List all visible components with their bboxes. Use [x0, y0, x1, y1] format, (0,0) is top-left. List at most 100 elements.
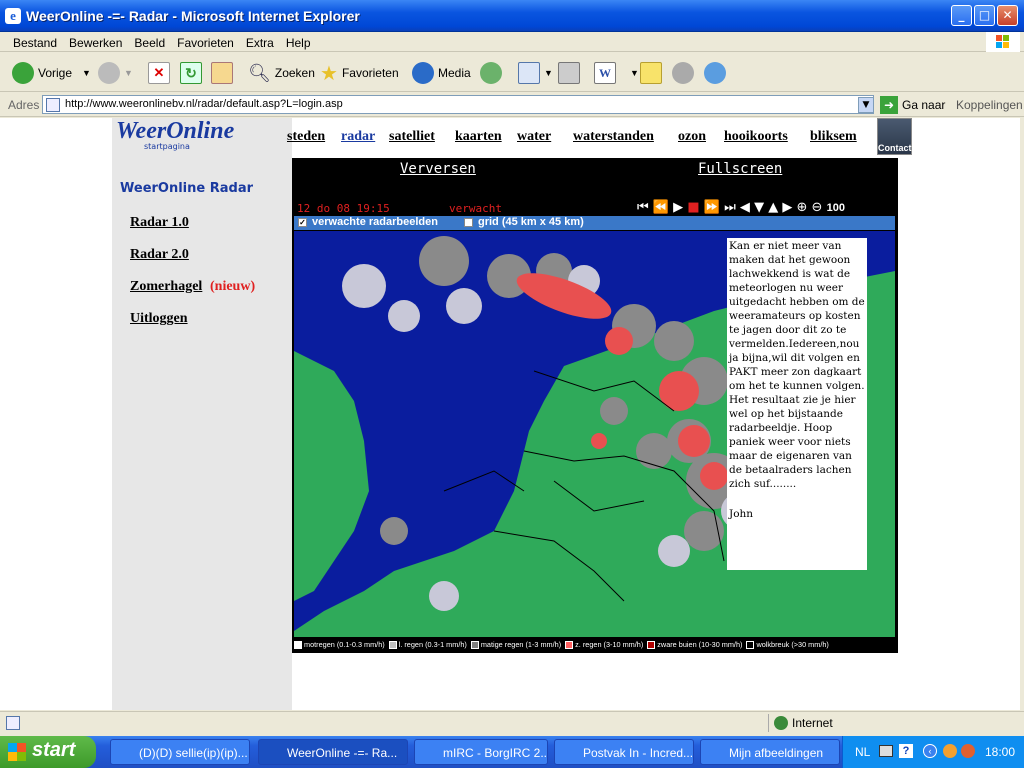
messenger-button[interactable] — [704, 60, 730, 86]
nav-hooikoorts[interactable]: hooikoorts — [724, 129, 788, 145]
nav-water[interactable]: water — [517, 129, 551, 145]
nav-kaarten[interactable]: kaarten — [455, 129, 502, 145]
mail-button[interactable]: ▼ — [518, 60, 553, 86]
site-logo[interactable]: WeerOnline — [116, 118, 234, 145]
pan-up-icon[interactable]: ▲ — [768, 200, 778, 215]
url-input[interactable]: http://www.weeronlinebv.nl/radar/default… — [42, 95, 874, 114]
nav-ozon[interactable]: ozon — [678, 129, 706, 145]
refresh-button[interactable]: ↻ — [180, 60, 206, 86]
discuss-button[interactable] — [672, 60, 698, 86]
sidebar-item-zomerhagel[interactable]: Zomerhagel — [130, 279, 202, 295]
contact-button[interactable]: Contact — [877, 118, 912, 155]
back-button[interactable]: Vorige ▼ — [12, 60, 91, 86]
clock[interactable]: 18:00 — [985, 745, 1015, 759]
annotation-note: Kan er niet meer van maken dat het gewoo… — [727, 238, 867, 570]
playback-controls: ⏮ ⏪ ▶ ■ ⏩ ⏭ ◀ ▼ ▲ ▶ ⊕ ⊖ 100 — [637, 200, 845, 215]
home-icon — [211, 62, 233, 84]
task-msn[interactable]: (D)(D) sellie(ip)(ip)... — [110, 739, 250, 765]
zone-label: Internet — [792, 716, 833, 730]
nav-satelliet[interactable]: satelliet — [389, 129, 435, 145]
print-button[interactable] — [558, 60, 584, 86]
next-frame-icon[interactable]: ⏩ — [704, 200, 720, 215]
new-tag: (nieuw) — [210, 279, 256, 294]
last-frame-icon[interactable]: ⏭ — [724, 200, 736, 215]
printer-icon — [558, 62, 580, 84]
favorites-button[interactable]: ★ Favorieten — [320, 60, 399, 86]
media-button[interactable]: Media — [412, 60, 471, 86]
fullscreen-link[interactable]: Fullscreen — [698, 161, 782, 177]
close-button[interactable]: ✕ — [997, 5, 1018, 26]
stop-button[interactable]: ✕ — [148, 60, 174, 86]
menu-beeld[interactable]: Beeld — [128, 34, 171, 50]
mail-icon — [518, 62, 540, 84]
window-title: WeerOnline -=- Radar - Microsoft Interne… — [26, 8, 360, 24]
language-indicator[interactable]: NL — [855, 745, 870, 759]
radar-options-bar: ✓ verwachte radarbeelden grid (45 km x 4… — [294, 216, 895, 230]
prev-frame-icon[interactable]: ⏪ — [653, 200, 669, 215]
page-content: WeerOnline startpagina steden radar sate… — [0, 118, 1020, 710]
refresh-link[interactable]: Verversen — [400, 161, 476, 177]
tray-app-icon[interactable] — [943, 744, 957, 758]
tray-app-icon[interactable] — [961, 744, 975, 758]
radar-map[interactable]: Kan er niet meer van maken dat het gewoo… — [294, 231, 895, 637]
grid-checkbox[interactable] — [464, 218, 473, 227]
search-icon: 🔍︎ — [248, 62, 271, 83]
forward-button[interactable]: ▼ — [98, 60, 133, 86]
forward-arrow-icon — [98, 62, 120, 84]
legend-item: z. regen (3-10 mm/h) — [565, 640, 643, 649]
pan-left-icon[interactable]: ◀ — [740, 200, 750, 215]
zoom-in-icon[interactable]: ⊕ — [796, 200, 807, 215]
help-icon[interactable]: ? — [899, 744, 913, 758]
links-toolbar[interactable]: Koppelingen — [956, 98, 1023, 112]
legend-swatch — [565, 640, 574, 649]
nav-steden[interactable]: steden — [287, 129, 325, 145]
nav-waterstanden[interactable]: waterstanden — [573, 129, 654, 145]
menu-extra[interactable]: Extra — [240, 34, 280, 50]
minimize-button[interactable]: _ — [951, 5, 972, 26]
menu-bestand[interactable]: Bestand — [7, 34, 63, 50]
nav-radar[interactable]: radar — [341, 129, 375, 145]
first-frame-icon[interactable]: ⏮ — [637, 200, 649, 215]
search-button[interactable]: 🔍︎ Zoeken — [248, 60, 315, 86]
grid-label: grid (45 km x 45 km) — [478, 216, 584, 228]
sidebar-item-radar-1[interactable]: Radar 1.0 — [130, 215, 189, 231]
play-icon[interactable]: ▶ — [673, 200, 683, 215]
stop-icon[interactable]: ■ — [687, 200, 699, 215]
url-dropdown-button[interactable]: ▼ — [858, 97, 874, 113]
legend-item: zware buien (10-30 mm/h) — [647, 640, 742, 649]
legend-item: l. regen (0.3-1 mm/h) — [388, 640, 467, 649]
keyboard-icon[interactable] — [879, 745, 893, 757]
pan-right-icon[interactable]: ▶ — [782, 200, 792, 215]
title-bar[interactable]: e WeerOnline -=- Radar - Microsoft Inter… — [0, 0, 1024, 32]
logo-subtitle[interactable]: startpagina — [144, 142, 190, 151]
task-explorer[interactable]: Mijn afbeeldingen — [700, 739, 840, 765]
menu-bewerken[interactable]: Bewerken — [63, 34, 128, 50]
maximize-button[interactable]: □ — [974, 5, 995, 26]
zoom-out-icon[interactable]: ⊖ — [812, 200, 823, 215]
task-mirc[interactable]: mIRC - BorgIRC 2.... — [414, 739, 548, 765]
home-button[interactable] — [211, 60, 237, 86]
ie-icon: e — [5, 8, 21, 24]
annotation-signature: John — [729, 508, 754, 520]
tray-expand-icon[interactable]: ‹ — [923, 744, 937, 758]
task-incredimail[interactable]: Postvak In - Incred... — [554, 739, 694, 765]
nav-bliksem[interactable]: bliksem — [810, 129, 857, 145]
chat-icon — [672, 62, 694, 84]
note-icon — [640, 62, 662, 84]
legend-swatch — [470, 640, 479, 649]
legend-swatch — [388, 640, 397, 649]
history-button[interactable] — [480, 60, 506, 86]
word-icon: W — [594, 62, 616, 84]
start-button[interactable]: start — [0, 736, 96, 768]
menu-help[interactable]: Help — [280, 34, 317, 50]
forecast-checkbox[interactable]: ✓ — [298, 218, 307, 227]
notes-button[interactable] — [640, 60, 666, 86]
task-ie[interactable]: WeerOnline -=- Ra... — [258, 739, 408, 765]
scrollbar[interactable] — [1020, 118, 1024, 710]
pan-down-icon[interactable]: ▼ — [754, 200, 764, 215]
sidebar-item-radar-2[interactable]: Radar 2.0 — [130, 247, 189, 263]
sidebar-item-uitloggen[interactable]: Uitloggen — [130, 311, 188, 327]
menu-favorieten[interactable]: Favorieten — [171, 34, 240, 50]
go-button[interactable]: ➜ Ga naar — [880, 96, 945, 114]
edit-button[interactable]: W ▼ — [594, 60, 639, 86]
